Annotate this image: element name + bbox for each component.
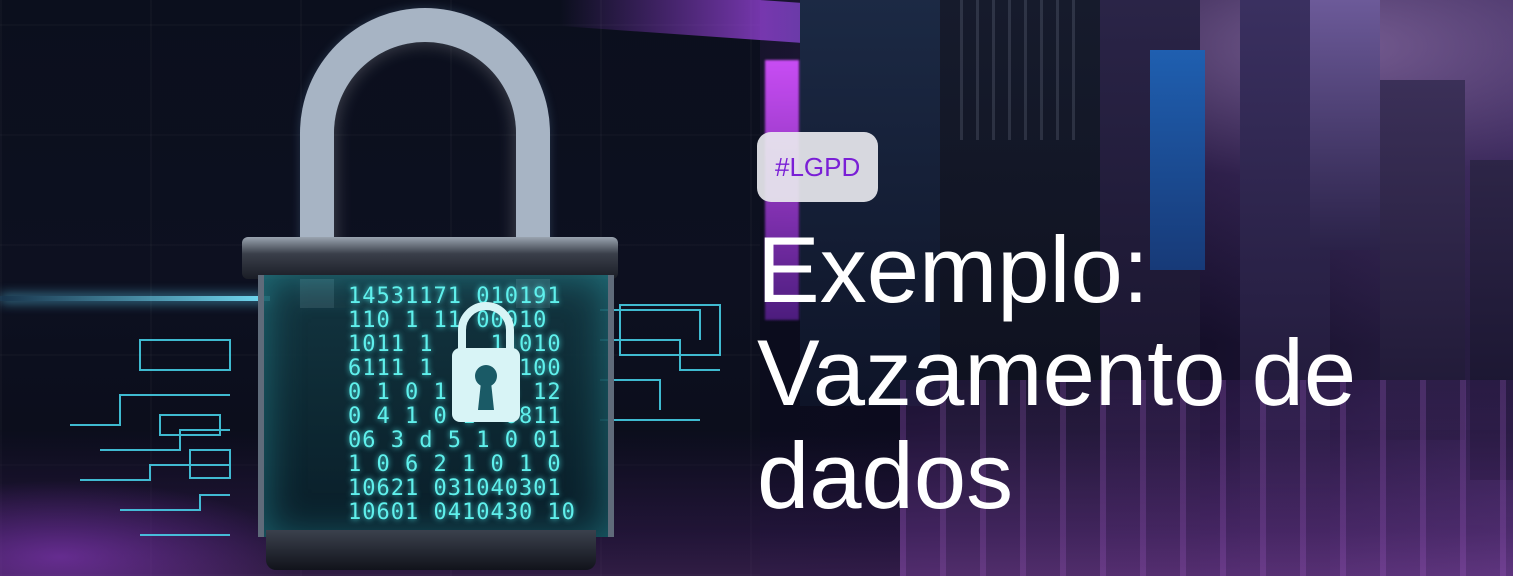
hero-banner: 14531171 010191 110 1 11 00010 1011 1 11…: [0, 0, 1513, 576]
hashtag-badge[interactable]: #LGPD: [757, 132, 879, 202]
page-title: Exemplo: Vazamento de dados: [757, 217, 1357, 528]
padlock-top: [242, 237, 618, 279]
keyhole-icon: [452, 302, 520, 422]
building-windows: [960, 0, 1080, 140]
padlock-icon: 14531171 010191 110 1 11 00010 1011 1 11…: [230, 0, 630, 576]
building: [1310, 0, 1380, 250]
hashtag-label: #LGPD: [775, 151, 861, 182]
padlock-base: [266, 530, 596, 570]
